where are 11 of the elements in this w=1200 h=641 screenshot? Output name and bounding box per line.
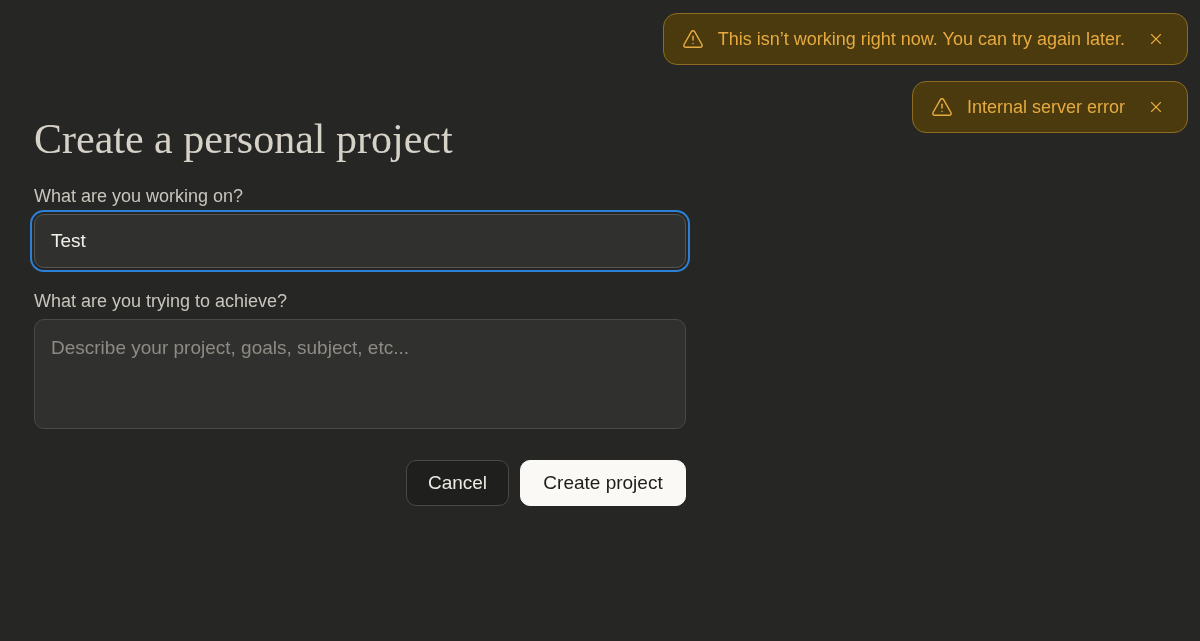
warning-icon bbox=[930, 96, 953, 118]
page-title: Create a personal project bbox=[34, 115, 453, 164]
text-area[interactable]: Describe your project, goals, subject, etc... bbox=[34, 319, 686, 429]
cancel-button[interactable]: Cancel bbox=[406, 460, 509, 506]
create-button[interactable]: Create project bbox=[520, 460, 686, 506]
field-label: What are you trying to achieve? bbox=[34, 290, 289, 313]
toast-message: Internal server error bbox=[966, 95, 1125, 119]
warning-icon bbox=[681, 28, 704, 50]
toast-message: This isn’t working right now. You can try again later. bbox=[717, 27, 1125, 51]
text-input[interactable]: Test bbox=[34, 214, 686, 268]
field-label: What are you working on? bbox=[34, 185, 245, 208]
